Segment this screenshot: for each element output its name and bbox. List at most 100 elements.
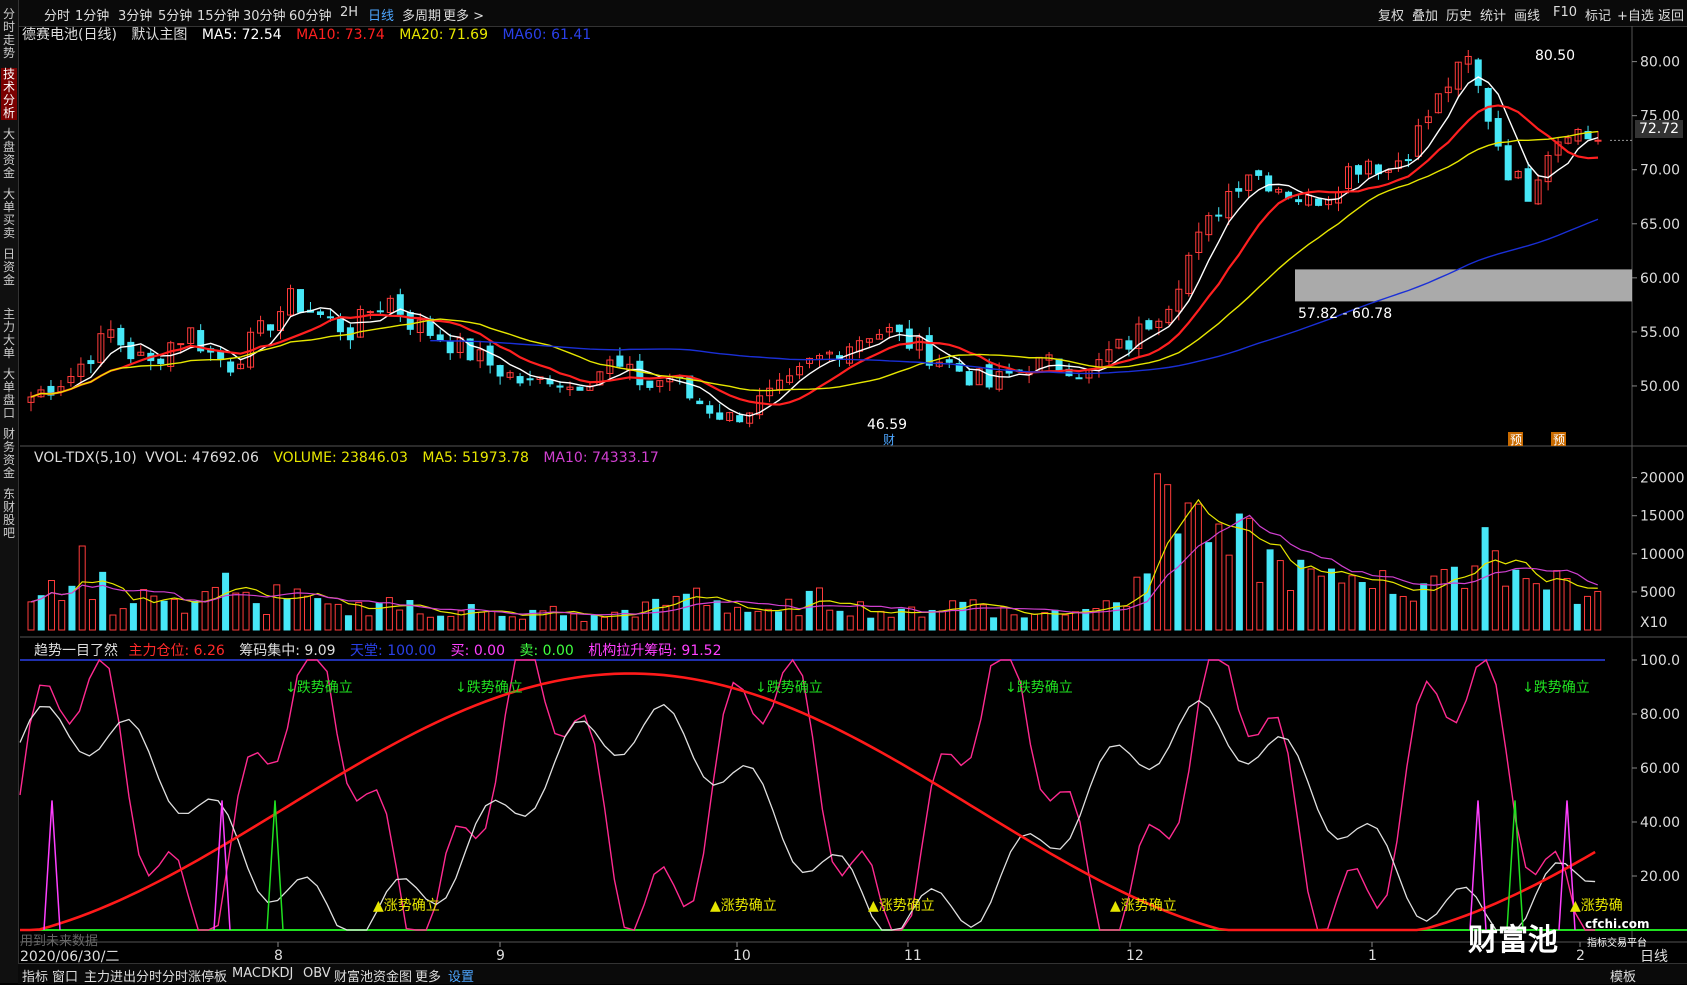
price-tick-label: 70.00: [1640, 163, 1680, 179]
volume-bar: [252, 603, 260, 631]
volume-bar: [1133, 576, 1141, 631]
candle-body: [526, 378, 534, 381]
volume-bar: [959, 601, 967, 631]
indicator-tab-5[interactable]: KDJ: [271, 966, 293, 981]
event-mark-0: 财: [883, 433, 895, 447]
white-trend-line: [19, 699, 1596, 931]
volume-bar: [600, 616, 608, 631]
indicator-tab-4[interactable]: MACD: [232, 966, 271, 981]
month-tick-label: 8: [274, 948, 283, 964]
main-position-line: [20, 672, 1596, 932]
trend-tick-label: 100.0: [1640, 653, 1680, 669]
volume-tick-label: 20000: [1640, 471, 1685, 487]
volume-tick-label: 15000: [1640, 509, 1685, 525]
up-trend-signal: ▲涨势确: [1570, 898, 1623, 914]
volume-bar: [836, 610, 844, 631]
template-button[interactable]: 模板: [1610, 966, 1636, 985]
volume-bar: [78, 545, 86, 631]
indicator-tab-8[interactable]: 更多: [415, 966, 441, 985]
volume-tick-label: 5000: [1640, 585, 1676, 601]
candle-body: [336, 318, 344, 333]
volume-bar: [201, 591, 209, 631]
candle-body: [1255, 170, 1263, 176]
candle-body: [326, 316, 334, 319]
volume-bar: [908, 606, 916, 631]
down-trend-signal: ↓跌势确立: [755, 680, 823, 696]
month-tick-label: 2: [1576, 948, 1585, 964]
volume-bar: [990, 617, 998, 631]
volume-bar: [744, 611, 752, 631]
volume-bar: [109, 614, 117, 631]
volume-bar: [426, 616, 434, 631]
month-tick-label: 11: [904, 948, 922, 964]
candle-body: [486, 345, 494, 366]
volume-bar: [263, 613, 271, 631]
volume-bar: [754, 610, 762, 631]
down-trend-signal: ↓跌势确立: [1522, 680, 1590, 696]
candle-body: [616, 355, 624, 367]
indicator-tab-6[interactable]: OBV: [303, 966, 331, 981]
candle-body: [1215, 214, 1223, 217]
volume-bar: [242, 591, 250, 631]
indicator-tab-0[interactable]: 指标: [22, 966, 48, 985]
volume-bar: [1297, 559, 1305, 631]
volume-bar: [396, 609, 404, 631]
volume-bar: [334, 603, 342, 631]
trend-tick-label: 20.00: [1640, 869, 1680, 885]
up-trend-signal: ▲涨势确立: [373, 898, 440, 914]
brand-name: 财富池: [1468, 923, 1558, 958]
volume-bar: [478, 611, 486, 631]
volume-bar: [1287, 590, 1295, 631]
stock-chart-canvas[interactable]: 80.0075.0070.0065.0060.0055.0050.0020000…: [0, 0, 1687, 983]
volume-bar: [1389, 593, 1397, 631]
volume-bar: [580, 620, 588, 631]
candle-body: [316, 311, 324, 315]
volume-bar: [58, 600, 66, 631]
volume-bar: [867, 617, 875, 631]
volume-bar: [1368, 587, 1376, 631]
volume-bar: [1399, 595, 1407, 631]
volume-bar: [140, 588, 148, 631]
volume-bar: [1348, 575, 1356, 631]
price-tick-label: 60.00: [1640, 271, 1680, 287]
indicator-tab-7[interactable]: 财富池资金图: [334, 966, 412, 985]
candle-body: [556, 385, 564, 388]
volume-bar: [805, 590, 813, 631]
volume-bar: [713, 600, 721, 631]
month-tick-label: 12: [1126, 948, 1144, 964]
indicator-tab-3[interactable]: 分时涨停板: [162, 966, 227, 985]
candle-body: [396, 294, 404, 315]
volume-bar: [447, 615, 455, 631]
signal-spike: [266, 800, 284, 931]
candle-body: [1484, 88, 1492, 122]
volume-bar: [1307, 568, 1315, 631]
volume-bar: [1256, 581, 1264, 631]
volume-bar: [1328, 568, 1336, 631]
signal-spike: [43, 800, 61, 931]
price-tick-label: 55.00: [1640, 325, 1680, 341]
indicator-tab-1[interactable]: 窗口: [52, 966, 78, 985]
support-zone: [1295, 269, 1632, 302]
low-price-label: 46.59: [867, 417, 908, 433]
volume-bar: [27, 601, 35, 631]
volume-bar: [1471, 565, 1479, 631]
volume-bar: [1594, 590, 1602, 631]
candle-body: [1594, 139, 1602, 142]
volume-bar: [887, 616, 895, 631]
volume-bar: [344, 615, 352, 631]
volume-bar: [693, 587, 701, 631]
up-trend-signal: ▲涨势确立: [710, 898, 777, 914]
volume-bar: [119, 608, 127, 631]
indicator-tab-9[interactable]: 设置: [448, 966, 474, 985]
volume-bar: [1543, 589, 1551, 631]
volume-bar: [1205, 542, 1213, 631]
volume-bar: [723, 612, 731, 631]
volume-bar: [355, 601, 363, 631]
down-trend-signal: ↓跌势确立: [455, 680, 523, 696]
volume-bar: [1512, 569, 1520, 631]
indicator-tab-2[interactable]: 主力进出分时: [84, 966, 162, 985]
volume-bar: [672, 595, 680, 631]
candle-body: [945, 359, 953, 363]
volume-bar: [1532, 583, 1540, 631]
volume-bar: [949, 600, 957, 631]
